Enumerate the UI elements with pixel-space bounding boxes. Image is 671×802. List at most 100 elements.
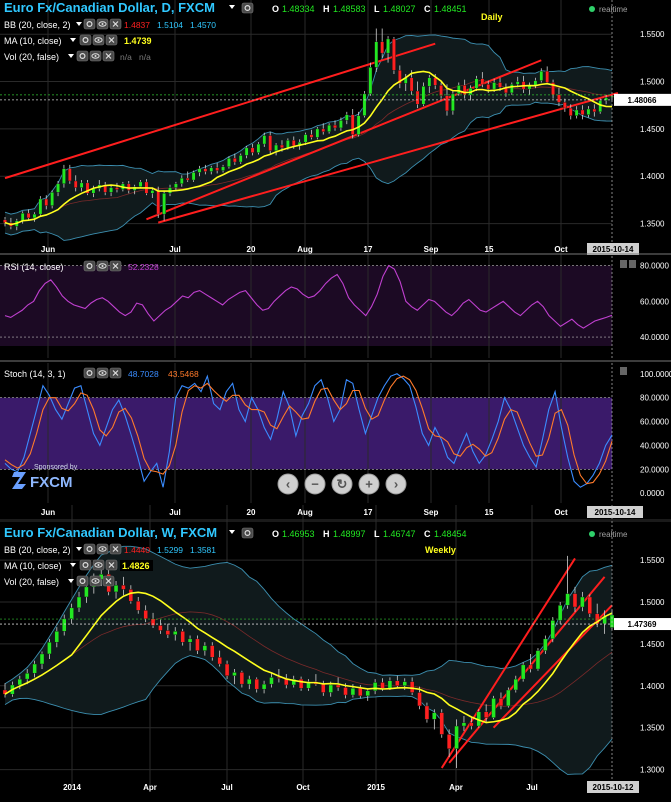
gear-icon-box — [76, 50, 89, 62]
gear-icon[interactable] — [83, 18, 96, 30]
eye-icon-pupil — [94, 55, 97, 57]
candle-body — [328, 684, 333, 693]
next-icon[interactable]: › — [385, 473, 407, 495]
candle-body — [545, 70, 550, 83]
eye-icon[interactable] — [89, 575, 102, 587]
zoom-in-icon[interactable]: + — [358, 473, 380, 495]
candle-body — [209, 167, 214, 172]
daily-bb-label: BB (20, close, 2) — [4, 20, 71, 30]
rsi-y-tick-label: 80.0000 — [640, 262, 669, 271]
eye-icon[interactable] — [92, 559, 105, 571]
candle-body — [165, 630, 171, 635]
candle-body — [350, 114, 355, 135]
candle-body — [598, 100, 603, 113]
candle-body — [528, 664, 533, 670]
prev-icon[interactable]: ‹ — [277, 473, 299, 495]
zoom-out-icon[interactable]: − — [304, 473, 326, 495]
candle-body — [539, 70, 544, 81]
candle-body — [69, 607, 74, 619]
close-icon[interactable] — [109, 543, 122, 555]
eye-icon[interactable] — [96, 260, 109, 272]
chart-separator — [0, 519, 671, 522]
weekly-x-tick-label: Jul — [221, 783, 233, 792]
gear-icon[interactable] — [79, 34, 92, 46]
gear-icon[interactable] — [241, 2, 254, 14]
panel-toggle-icon[interactable] — [620, 260, 627, 268]
eye-icon-pupil — [101, 548, 104, 550]
gear-icon[interactable] — [83, 367, 96, 379]
chart-canvas[interactable]: 1.3500 1.4000 1.4500 1.5000 1.5500 1.48066 Jun… — [0, 0, 671, 798]
candle-body — [350, 688, 356, 696]
candle-body — [254, 678, 259, 690]
daily-x-tick-label: Oct — [554, 245, 568, 254]
candle-body — [174, 183, 178, 188]
daily-vol-value-1: n/a — [120, 52, 132, 62]
weekly-bb-label: BB (20, close, 2) — [4, 545, 71, 555]
candle-body — [339, 120, 343, 129]
candle-body — [568, 107, 573, 116]
candle-body — [56, 183, 60, 193]
candle-body — [565, 593, 570, 606]
candle-body — [356, 115, 361, 135]
gear-icon[interactable] — [241, 527, 254, 539]
eye-icon[interactable] — [96, 367, 109, 379]
candle-body — [492, 82, 496, 90]
candle-body — [197, 168, 202, 173]
candle-body — [557, 605, 563, 621]
candle-body — [461, 722, 467, 727]
close-icon[interactable] — [105, 559, 118, 571]
candle-body — [84, 586, 89, 598]
candle-body — [32, 663, 37, 674]
gear-icon[interactable] — [76, 575, 89, 587]
candle-body — [26, 212, 31, 219]
panel-close-icon[interactable] — [629, 260, 636, 268]
candle-body — [491, 698, 496, 718]
ohlc-o-label: O — [272, 529, 279, 539]
close-icon[interactable] — [109, 18, 122, 30]
panel-toggle-icon[interactable] — [620, 367, 627, 375]
daily-bb-mid-value: 1.4837 — [124, 20, 150, 30]
close-icon[interactable] — [109, 367, 122, 379]
stoch-y-tick-label: 0.0000 — [640, 489, 665, 498]
daily-vol-value-2: n/a — [139, 52, 151, 62]
stoch-y-tick-label: 60.0000 — [640, 418, 669, 427]
eye-icon[interactable] — [96, 543, 109, 555]
weekly-x-tick-label: Apr — [143, 783, 157, 792]
gear-icon[interactable] — [79, 559, 92, 571]
close-icon[interactable] — [105, 34, 118, 46]
weekly-bb-mid-value: 1.4440 — [124, 545, 150, 555]
candle-body — [232, 158, 237, 163]
candle-body — [427, 77, 432, 87]
close-icon[interactable] — [102, 50, 115, 62]
daily-y-tick-label: 1.5000 — [640, 78, 665, 87]
stoch-x-tick-label: Sep — [424, 508, 439, 517]
candle-body — [150, 190, 155, 194]
eye-icon[interactable] — [92, 34, 105, 46]
eye-icon[interactable] — [96, 18, 109, 30]
gear-icon[interactable] — [83, 260, 96, 272]
rsi-value: 52.2328 — [128, 262, 159, 272]
candle-body — [239, 672, 245, 685]
weekly-x-tick-label: Jul — [526, 783, 538, 792]
eye-icon[interactable] — [89, 50, 102, 62]
candle-body — [173, 631, 178, 635]
gear-icon-box — [241, 527, 254, 539]
candle-body — [402, 681, 407, 687]
weekly-y-tick-label: 1.5000 — [640, 598, 665, 607]
candle-body — [79, 182, 84, 188]
gear-icon[interactable] — [76, 50, 89, 62]
candle-body — [280, 144, 284, 149]
gear-icon[interactable] — [83, 543, 96, 555]
weekly-candle — [535, 648, 541, 671]
candle-body — [506, 689, 511, 707]
gear-icon-box — [79, 559, 92, 571]
candle-body — [474, 78, 479, 89]
weekly-price-tag: 1.47369 — [628, 620, 657, 629]
ohlc-open: 1.48334 — [282, 4, 315, 14]
ohlc-c-label: C — [424, 529, 431, 539]
candle-body — [217, 657, 222, 665]
close-icon[interactable] — [102, 575, 115, 587]
daily-x-tick-label: Jun — [41, 245, 55, 254]
reset-icon[interactable]: ↻ — [331, 473, 353, 495]
close-icon[interactable] — [109, 260, 122, 272]
